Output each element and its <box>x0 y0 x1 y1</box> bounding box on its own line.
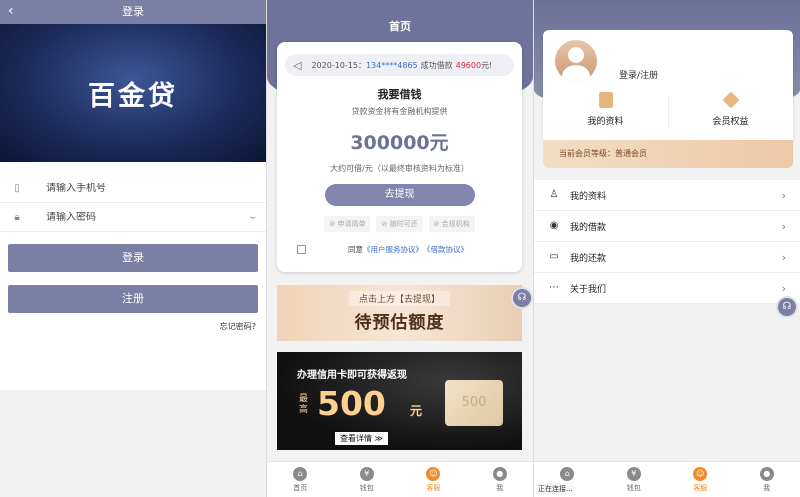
home-icon: ⌂ <box>293 467 308 481</box>
credit-card-banner[interactable]: 办理信用卡即可获得返现 最高 500 元 查看详情 ≫ 500 <box>277 352 522 450</box>
tab-me[interactable]: ● 我 <box>467 462 534 497</box>
user-icon: ● <box>759 467 774 481</box>
chevron-right-icon: › <box>781 188 786 202</box>
home-screen: 首页 ◁ 2020-10-15： 134****4865 成功借款 49600 … <box>266 0 533 497</box>
feature-item: ⊘ 申请简单 <box>324 216 371 232</box>
feature-item: ⊘ 随时可还 <box>376 216 423 232</box>
back-icon[interactable]: ‹ <box>8 0 14 22</box>
notice-phone: 134****4865 <box>365 60 418 70</box>
tab-service[interactable]: ☺ 客服 <box>667 462 734 497</box>
phone-input[interactable] <box>46 182 256 194</box>
home-icon: ⌂ <box>560 467 575 481</box>
customer-service-icon[interactable]: ☊ <box>778 298 796 316</box>
menu-item-about[interactable]: ⋯ 关于我们 › <box>534 273 800 304</box>
notice-amount: 49600 <box>455 60 482 70</box>
menu-item-my-loans[interactable]: ◉ 我的借款 › <box>534 211 800 242</box>
tab-home[interactable]: ⌂首页 <box>267 462 334 497</box>
phone-field: ▯ <box>0 174 266 203</box>
register-button[interactable]: 注册 <box>8 285 258 313</box>
service-icon: ☺ <box>426 467 441 481</box>
notice-bar: ◁ 2020-10-15： 134****4865 成功借款 49600 元! <box>285 54 514 76</box>
customer-service-icon[interactable]: ☊ <box>513 289 531 307</box>
banner2-title: 办理信用卡即可获得返现 <box>297 370 407 381</box>
notice-text: 成功借款 <box>420 60 453 70</box>
wallet-icon: ¥ <box>626 467 641 481</box>
chevron-right-icon: › <box>781 219 786 233</box>
person-icon: ♙ <box>549 189 559 200</box>
card-subtitle: 贷款资金将有金融机构提供 <box>351 107 448 116</box>
chevron-right-icon: › <box>781 250 786 264</box>
password-field: 🔒︎ ⌣ <box>0 203 266 232</box>
speaker-icon: ◁ <box>293 58 302 72</box>
menu-item-my-repayments[interactable]: ▭ 我的还款 › <box>534 242 800 273</box>
amount-note: 大约可借/元（以最终审核资料为标准） <box>330 164 469 173</box>
avatar[interactable] <box>555 40 597 82</box>
my-info-button[interactable]: 我的资料 <box>543 92 668 127</box>
chevron-right-icon: › <box>781 281 786 295</box>
service-icon: ☺ <box>693 467 708 481</box>
agree-text: 同意 <box>348 245 363 254</box>
agree-checkbox[interactable] <box>297 245 306 254</box>
user-icon: ● <box>492 467 507 481</box>
eye-closed-icon[interactable]: ⌣ <box>249 212 256 223</box>
withdraw-button[interactable]: 去提现 <box>324 184 475 206</box>
banner2-card-graphic: 500 <box>445 380 503 426</box>
banner2-max-label: 最高 <box>299 394 309 415</box>
tab-me[interactable]: ● 我 <box>734 462 800 497</box>
profile-menu: ♙ 我的资料 › ◉ 我的借款 › ▭ 我的还款 › ⋯ 关于我们 › <box>534 180 800 304</box>
feature-item: ⊘ 合规机构 <box>428 216 475 232</box>
banner2-unit: 元 <box>410 404 423 418</box>
document-icon <box>598 92 613 108</box>
password-input[interactable] <box>46 211 250 223</box>
notice-suffix: 元! <box>481 60 493 70</box>
banner-hint: 点击上方【去提现】 <box>348 291 450 306</box>
tab-bar: ⌂首页 ¥钱包 ☺客服 ●我 <box>267 461 533 497</box>
loan-agreement-link[interactable]: 《借款协议》 <box>423 244 468 255</box>
brand-name: 百金贷 <box>88 80 178 112</box>
login-actions: 登录 注册 忘记密码? <box>0 232 266 390</box>
banner2-detail-button[interactable]: 查看详情 ≫ <box>335 432 388 445</box>
estimate-banner[interactable]: 点击上方【去提现】 待预估额度 <box>277 285 522 341</box>
home-title: 首页 <box>389 20 411 33</box>
login-button[interactable]: 登录 <box>8 244 258 272</box>
user-agreement-link[interactable]: 《用户服务协议》 <box>363 244 423 255</box>
agreement-row: 同意 《用户服务协议》 《借款协议》 <box>297 244 522 255</box>
phone-icon: ▯ <box>14 182 20 194</box>
loan-amount: 300000元 <box>350 132 449 154</box>
profile-screen: 登录/注册 我的资料 会员权益 当前会员等级：普通会员 ♙ 我的资料 › ◉ 我的借款… <box>533 0 800 497</box>
member-level: 当前会员等级：普通会员 <box>543 140 793 168</box>
banner-heading: 待预估额度 <box>354 313 445 333</box>
feature-list: ⊘ 申请简单 ⊘ 随时可还 ⊘ 合规机构 <box>277 216 522 232</box>
spacer <box>0 162 266 174</box>
login-title: 登录 <box>122 5 144 18</box>
tab-service[interactable]: ☺ 客服 <box>400 462 467 497</box>
loan-card: ◁ 2020-10-15： 134****4865 成功借款 49600 元! … <box>277 42 522 272</box>
tab-wallet[interactable]: ¥ 钱包 <box>334 462 401 497</box>
card-title: 我要借钱 <box>377 88 422 101</box>
banner2-amount: 500 <box>317 384 386 423</box>
diamond-icon <box>722 91 739 109</box>
wallet-icon: ¥ <box>359 467 374 481</box>
notice-date: 2020-10-15： <box>311 60 366 70</box>
brand-banner: 百金贷 <box>0 24 266 162</box>
more-icon: ⋯ <box>549 282 559 293</box>
tab-wallet[interactable]: ¥ 钱包 <box>601 462 668 497</box>
login-screen: ‹ 登录 百金贷 ▯ 🔒︎ ⌣ 登录 注册 忘记密码? <box>0 0 266 497</box>
forgot-password-link[interactable]: 忘记密码? <box>0 321 266 332</box>
login-header: ‹ 登录 <box>0 0 266 24</box>
loading-status: 正在连接... <box>536 483 575 495</box>
login-register-link[interactable]: 登录/注册 <box>619 68 658 81</box>
menu-item-my-info[interactable]: ♙ 我的资料 › <box>534 180 800 211</box>
profile-card: 登录/注册 我的资料 会员权益 <box>543 30 793 140</box>
quick-actions: 我的资料 会员权益 <box>543 91 793 127</box>
lock-icon: 🔒︎ <box>14 211 20 223</box>
member-benefits-button[interactable]: 会员权益 <box>668 91 793 127</box>
card-icon: ▭ <box>549 251 559 262</box>
loan-icon: ◉ <box>549 220 559 231</box>
